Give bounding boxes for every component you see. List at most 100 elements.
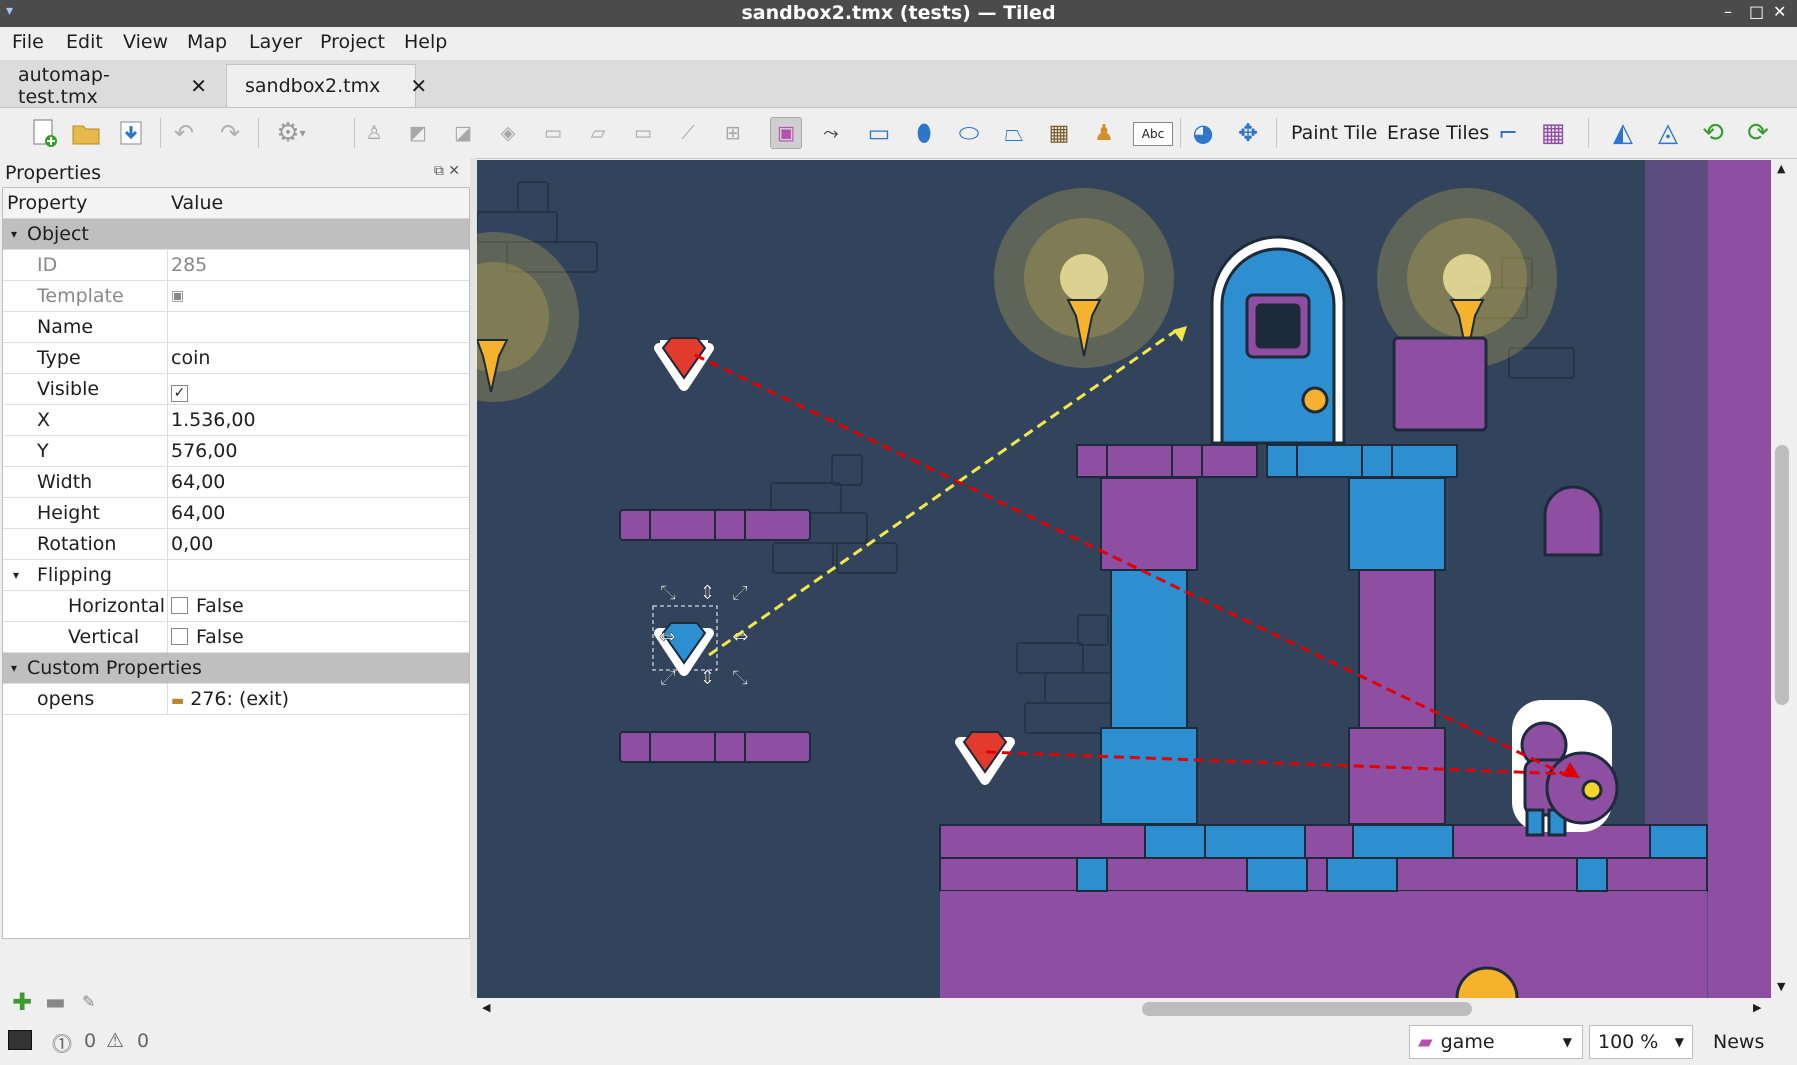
row-visible[interactable]: Visible ✓ [3,374,469,405]
close-tab-icon[interactable]: ✕ [410,74,427,98]
grid-tiles-icon[interactable]: ▦ [1537,117,1569,149]
panel-splitter[interactable] [470,158,477,998]
erase-tiles-label[interactable]: Erase Tiles [1387,122,1489,144]
insert-point-icon[interactable]: ⬮ [908,117,940,149]
rectangle-select-icon[interactable]: ▱ [582,117,614,149]
collapse-arrow-icon[interactable]: ▾ [11,227,17,241]
flip-vertical-icon[interactable]: ◬ [1652,117,1684,149]
magic-wand-icon[interactable]: ▭ [627,117,659,149]
edit-polygons-icon[interactable]: ⤳ [815,117,847,149]
title-bar: ▾ sandbox2.tmx (tests) — Tiled – □ ✕ [0,0,1797,27]
row-x[interactable]: X 1.536,00 [3,405,469,436]
row-height[interactable]: Height 64,00 [3,498,469,529]
bucket-fill-icon[interactable]: ◪ [447,117,479,149]
row-type[interactable]: Type coin [3,343,469,374]
stairs-icon[interactable]: ⌐ [1492,117,1524,149]
horizontal-scrollbar[interactable]: ◀ ▶ [477,998,1771,1020]
insert-rectangle-icon[interactable]: ▭ [863,117,895,149]
tab-label: automap-test.tmx [18,63,110,108]
rotate-right-icon[interactable]: ⟳ [1742,117,1774,149]
tab-label: sandbox2.tmx [245,75,381,97]
close-window-icon[interactable]: ✕ [1773,2,1786,21]
vertical-scrollbar[interactable]: ▲ ▼ [1771,160,1795,998]
select-objects-icon[interactable]: ▣ [770,117,802,149]
row-name[interactable]: Name [3,312,469,343]
flip-horizontal-icon[interactable]: ◭ [1607,117,1639,149]
row-opens[interactable]: opens ▬ 276: (exit) [3,684,469,715]
column-value: Value [171,192,224,214]
console-icon[interactable] [8,1030,32,1050]
maximize-icon[interactable]: □ [1749,2,1764,21]
scroll-down-icon[interactable]: ▼ [1777,980,1785,993]
horizontal-checkbox[interactable] [171,597,188,614]
rename-property-icon[interactable]: ✎ [82,992,95,1011]
error-icon[interactable]: ⓵ [52,1028,72,1057]
menu-edit[interactable]: Edit [66,31,103,53]
group-custom-properties[interactable]: ▾ Custom Properties [3,653,469,684]
open-folder-icon[interactable] [70,117,102,149]
map-canvas[interactable]: ⤡ ⇕ ⤢ ⇔ ⇔ ⤢ ⇕ ⤡ [477,160,1771,998]
gem-top-left [654,337,714,391]
paint-tile-label[interactable]: Paint Tile [1291,122,1377,144]
vertical-scroll-thumb[interactable] [1775,445,1789,705]
row-vertical[interactable]: Vertical False [3,622,469,653]
scroll-up-icon[interactable]: ▲ [1777,162,1785,175]
undo-icon[interactable]: ↶ [168,117,200,149]
menu-view[interactable]: View [123,31,168,53]
rotate-left-icon[interactable]: ⟲ [1697,117,1729,149]
command-gear-icon[interactable]: ⚙ ▾ [268,117,314,149]
insert-template-icon[interactable]: ♟ [1088,117,1120,149]
menu-file[interactable]: File [12,31,44,53]
remove-property-icon[interactable]: ▬ [45,990,66,1015]
horizontal-scroll-thumb[interactable] [1142,1002,1472,1016]
shape-fill-icon[interactable]: ◈ [492,117,524,149]
main-toolbar: ↶ ↷ ⚙ ▾ ♙ ◩ ◪ ◈ ▭ ▱ ▭ ⟋ ⊞ ▣ ⤳ ▭ ⬮ ⬭ ⏢ ▦ ♟… [0,108,1797,159]
row-template[interactable]: Template ▣ [3,281,469,312]
scroll-left-icon[interactable]: ◀ [482,1001,490,1014]
zoom-combo[interactable]: 100 % ▼ [1589,1025,1693,1059]
chevron-down-icon: ▼ [1674,1035,1684,1049]
vertical-checkbox[interactable] [171,628,188,645]
svg-text:⤢: ⤢ [660,665,676,689]
layer-combo[interactable]: ▰ game ▼ [1409,1025,1583,1059]
collapse-arrow-icon[interactable]: ▾ [13,568,19,582]
news-button[interactable]: News [1713,1031,1764,1053]
row-flipping[interactable]: ▾ Flipping [3,560,469,591]
tab-sandbox2[interactable]: sandbox2.tmx ✕ [226,64,427,107]
warning-icon[interactable]: ⚠ [106,1028,124,1052]
menu-help[interactable]: Help [404,31,447,53]
visible-checkbox[interactable]: ✓ [171,385,188,402]
scroll-right-icon[interactable]: ▶ [1753,1001,1761,1014]
eraser-icon[interactable]: ▭ [537,117,569,149]
redo-icon[interactable]: ↷ [214,117,246,149]
group-object[interactable]: ▾ Object [3,219,469,250]
row-rotation[interactable]: Rotation 0,00 [3,529,469,560]
row-id: ID 285 [3,250,469,281]
menu-map[interactable]: Map [187,31,227,53]
close-tab-icon[interactable]: ✕ [190,74,207,98]
insert-polygon-icon[interactable]: ⏢ [998,117,1030,149]
row-width[interactable]: Width 64,00 [3,467,469,498]
add-property-icon[interactable]: ✚ [12,988,32,1016]
menu-layer[interactable]: Layer [249,31,302,53]
magic-wand-select-icon[interactable]: ⊞ [717,117,749,149]
row-horizontal[interactable]: Horizontal False [3,591,469,622]
world-tool-icon[interactable]: ◕ [1187,117,1219,149]
panel-float-close-icons[interactable]: ⧉ ✕ [434,163,460,179]
insert-tile-icon[interactable]: ▦ [1043,117,1075,149]
object-ref-icon: ▬ [171,693,185,709]
stamp-brush-icon[interactable]: ♙ [358,117,390,149]
insert-text-icon[interactable]: Abc [1133,122,1173,146]
gem-bottom [955,731,1015,785]
new-file-icon[interactable] [28,117,60,149]
menu-project[interactable]: Project [320,31,385,53]
collapse-arrow-icon[interactable]: ▾ [11,661,17,675]
tab-automap-test[interactable]: automap-test.tmx ✕ [0,63,225,108]
save-icon[interactable] [115,117,147,149]
terrain-brush-icon[interactable]: ◩ [402,117,434,149]
insert-ellipse-icon[interactable]: ⬭ [953,117,985,149]
row-y[interactable]: Y 576,00 [3,436,469,467]
minimize-icon[interactable]: – [1724,2,1732,21]
move-tool-icon[interactable]: ✥ [1232,117,1264,149]
select-same-tile-icon[interactable]: ⟋ [672,117,704,149]
